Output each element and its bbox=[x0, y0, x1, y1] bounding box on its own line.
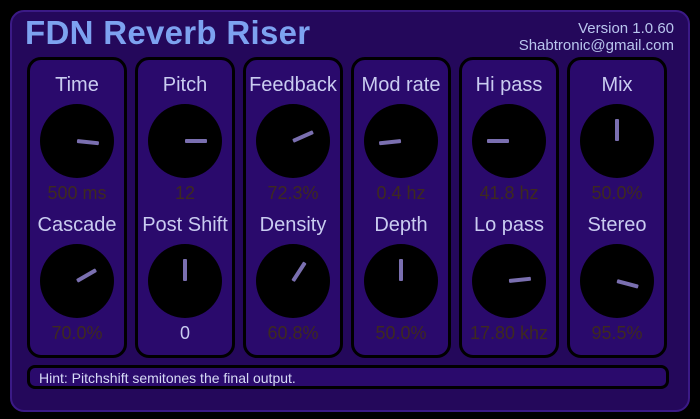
control-feedback: Feedback 72.3% bbox=[246, 60, 340, 203]
value-readout: 0 bbox=[179, 323, 190, 343]
control-lo-pass: Lo pass 17.80 khz bbox=[462, 200, 556, 343]
column-pitch: Pitch 12 Post Shift 0 bbox=[135, 57, 235, 358]
control-hi-pass: Hi pass 41.8 hz bbox=[462, 60, 556, 203]
value-readout: 70.0% bbox=[51, 323, 103, 343]
control-density: Density 60.8% bbox=[246, 200, 340, 343]
knob-time[interactable] bbox=[40, 104, 114, 178]
knob-label: Feedback bbox=[249, 74, 337, 96]
control-stereo: Stereo 95.5% bbox=[570, 200, 664, 343]
knob-label: Cascade bbox=[37, 214, 117, 236]
knob-stereo[interactable] bbox=[580, 244, 654, 318]
knob-mod-rate[interactable] bbox=[364, 104, 438, 178]
knob-label: Stereo bbox=[587, 214, 647, 236]
knob-label: Mix bbox=[601, 74, 633, 96]
control-pitch: Pitch 12 bbox=[138, 60, 232, 203]
control-post-shift: Post Shift 0 bbox=[138, 200, 232, 343]
knob-label: Density bbox=[259, 214, 327, 236]
control-cascade: Cascade 70.0% bbox=[30, 200, 124, 343]
control-time: Time 500 ms bbox=[30, 60, 124, 203]
knob-pointer bbox=[378, 139, 402, 146]
value-readout: 60.8% bbox=[267, 323, 319, 343]
knob-pointer bbox=[183, 259, 187, 281]
knob-post-shift[interactable] bbox=[148, 244, 222, 318]
column-time: Time 500 ms Cascade 70.0% bbox=[27, 57, 127, 358]
knob-pointer bbox=[487, 139, 509, 143]
knob-pitch[interactable] bbox=[148, 104, 222, 178]
hint-bar: Hint: Pitchshift semitones the final out… bbox=[27, 365, 669, 389]
knob-lo-pass[interactable] bbox=[472, 244, 546, 318]
knob-hi-pass[interactable] bbox=[472, 104, 546, 178]
knob-label: Time bbox=[55, 74, 99, 96]
plugin-window: FDN Reverb Riser Version 1.0.60 Shabtron… bbox=[0, 0, 700, 419]
column-feedback: Feedback 72.3% Density 60.8% bbox=[243, 57, 343, 358]
control-mod-rate: Mod rate 0.4 hz bbox=[354, 60, 448, 203]
knob-pointer bbox=[615, 119, 619, 141]
knob-mix[interactable] bbox=[580, 104, 654, 178]
control-depth: Depth 50.0% bbox=[354, 200, 448, 343]
knob-cascade[interactable] bbox=[40, 244, 114, 318]
knob-pointer bbox=[76, 268, 98, 283]
knob-feedback[interactable] bbox=[256, 104, 330, 178]
value-readout: 95.5% bbox=[591, 323, 643, 343]
column-mix: Mix 50.0% Stereo 95.5% bbox=[567, 57, 667, 358]
value-readout: 17.80 khz bbox=[469, 323, 549, 343]
column-hi-pass: Hi pass 41.8 hz Lo pass 17.80 khz bbox=[459, 57, 559, 358]
author-email: Shabtronic@gmail.com bbox=[518, 37, 674, 54]
knob-pointer bbox=[76, 139, 100, 146]
knob-label: Mod rate bbox=[361, 74, 441, 96]
knob-pointer bbox=[616, 279, 639, 289]
knob-label: Depth bbox=[374, 214, 428, 236]
knob-label: Pitch bbox=[162, 74, 208, 96]
knob-label: Lo pass bbox=[473, 214, 545, 236]
knob-pointer bbox=[291, 261, 307, 283]
hint-text: Hint: Pitchshift semitones the final out… bbox=[39, 370, 296, 386]
knob-label: Hi pass bbox=[475, 74, 543, 96]
knob-pointer bbox=[399, 259, 403, 281]
plugin-title: FDN Reverb Riser bbox=[25, 14, 311, 51]
column-mod-rate: Mod rate 0.4 hz Depth 50.0% bbox=[351, 57, 451, 358]
value-readout: 50.0% bbox=[375, 323, 427, 343]
knob-pointer bbox=[292, 130, 314, 143]
version-label: Version 1.0.60 bbox=[578, 20, 674, 37]
knob-label: Post Shift bbox=[142, 214, 228, 236]
knob-depth[interactable] bbox=[364, 244, 438, 318]
knob-pointer bbox=[185, 139, 207, 143]
control-mix: Mix 50.0% bbox=[570, 60, 664, 203]
knob-density[interactable] bbox=[256, 244, 330, 318]
knob-pointer bbox=[508, 276, 532, 283]
